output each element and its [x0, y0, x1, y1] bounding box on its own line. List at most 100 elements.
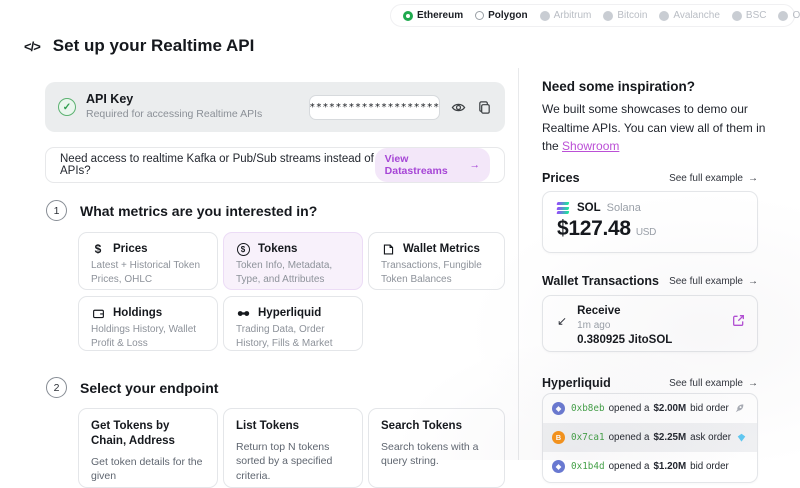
inspiration-title: Need some inspiration?	[542, 79, 695, 94]
chain-option-bsc[interactable]: BSC	[732, 10, 767, 21]
prices-section-header: Prices See full example →	[542, 171, 758, 185]
api-key-input[interactable]: ********************	[309, 95, 440, 120]
metric-description: Holdings History, Wallet Profit & Loss	[91, 323, 205, 351]
step-1-number: 1	[46, 200, 67, 221]
view-datastreams-button[interactable]: View Datastreams →	[375, 148, 490, 182]
metric-title: Hyperliquid	[258, 307, 321, 319]
hyperliquid-icon	[236, 306, 250, 320]
radio-disabled-icon	[659, 11, 669, 21]
wallet-icon	[91, 306, 105, 320]
metric-card-tokens[interactable]: $ Tokens Token Info, Metadata, Type, and…	[223, 232, 363, 290]
api-key-card: ✓ API Key Required for accessing Realtim…	[45, 82, 505, 132]
api-key-text: API Key Required for accessing Realtime …	[86, 92, 262, 121]
order-amount: $2.00M	[653, 403, 686, 414]
arrow-right-icon: →	[470, 159, 481, 171]
order-list-item: ◆ 0xb8eb opened a $2.00M bid order	[543, 394, 757, 423]
chain-selector-bar: Ethereum Polygon Arbitrum Bitcoin Avalan…	[390, 4, 795, 27]
coin-icon: $	[236, 242, 250, 256]
bitcoin-coin-icon: B	[552, 431, 565, 444]
chain-option-ethereum[interactable]: Ethereum	[403, 10, 463, 21]
chain-label: Avalanche	[673, 10, 720, 21]
prices-see-full-example-link[interactable]: See full example →	[669, 173, 758, 184]
dollar-icon: $	[91, 242, 105, 256]
prices-heading: Prices	[542, 171, 580, 185]
chain-label: Bitcoin	[617, 10, 647, 21]
wallet-transactions-section-header: Wallet Transactions See full example →	[542, 274, 758, 288]
arrow-right-icon: →	[748, 276, 758, 287]
chain-label: BSC	[746, 10, 767, 21]
chain-option-arbitrum[interactable]: Arbitrum	[540, 10, 592, 21]
wallet-address: 0xb8eb	[571, 403, 605, 414]
datastreams-text: Need access to realtime Kafka or Pub/Sub…	[60, 153, 375, 177]
hyperliquid-see-full-example-link[interactable]: See full example →	[669, 378, 758, 389]
metric-title: Prices	[113, 243, 148, 255]
page-header: </> Set up your Realtime API	[24, 36, 254, 56]
endpoint-card-get-tokens-by-chain-address[interactable]: Get Tokens by Chain, Address Get token d…	[78, 408, 218, 488]
ethereum-coin-icon: ◆	[552, 402, 565, 415]
order-amount: $1.20M	[653, 461, 686, 472]
metric-card-holdings[interactable]: Holdings Holdings History, Wallet Profit…	[78, 296, 218, 351]
wallet-address: 0x1b4d	[571, 461, 605, 472]
external-link-icon[interactable]	[732, 314, 745, 327]
chain-option-optimism[interactable]: Optimism	[778, 10, 800, 21]
sol-price-card: SOL Solana $127.48 USD	[542, 191, 758, 253]
order-list-item: B 0x7ca1 opened a $2.25M ask order	[543, 423, 757, 452]
radio-disabled-icon	[732, 11, 742, 21]
transactions-see-full-example-link[interactable]: See full example →	[669, 276, 758, 287]
metric-card-wallet-metrics[interactable]: Wallet Metrics Transactions, Fungible To…	[368, 232, 505, 290]
metric-title: Wallet Metrics	[403, 243, 480, 255]
chain-option-avalanche[interactable]: Avalanche	[659, 10, 720, 21]
api-key-subtitle: Required for accessing Realtime APIs	[86, 108, 262, 122]
arrow-right-icon: →	[748, 173, 758, 184]
endpoint-card-list-tokens[interactable]: List Tokens Return top N tokens sorted b…	[223, 408, 363, 488]
radio-disabled-icon	[778, 11, 788, 21]
transaction-card: ↙ Receive 1m ago 0.380925 JitoSOL	[542, 295, 758, 352]
transaction-amount: 0.380925 JitoSOL	[577, 332, 672, 349]
api-key-title: API Key	[86, 92, 262, 108]
metric-card-prices[interactable]: $ Prices Latest + Historical Token Price…	[78, 232, 218, 290]
token-price: $127.48	[557, 217, 631, 241]
chain-label: Polygon	[488, 10, 527, 21]
eye-icon[interactable]	[451, 100, 466, 115]
metric-title: Tokens	[258, 243, 297, 255]
chain-label: Arbitrum	[554, 10, 592, 21]
solana-logo-icon	[557, 202, 569, 214]
token-name: Solana	[607, 202, 641, 214]
inspiration-text: We built some showcases to demo our Real…	[542, 100, 766, 156]
step-1-header: 1 What metrics are you interested in?	[46, 200, 317, 221]
chain-option-polygon[interactable]: Polygon	[475, 10, 527, 21]
endpoint-description: Search tokens with a query string.	[381, 440, 492, 469]
endpoint-description: Get token details for the given	[91, 455, 205, 484]
endpoint-title: List Tokens	[236, 419, 350, 434]
datastreams-banner: Need access to realtime Kafka or Pub/Sub…	[45, 147, 505, 183]
chain-label: Ethereum	[417, 10, 463, 21]
step-2-header: 2 Select your endpoint	[46, 377, 218, 398]
chain-option-bitcoin[interactable]: Bitcoin	[603, 10, 647, 21]
showroom-link[interactable]: Showroom	[562, 139, 619, 153]
code-icon: </>	[24, 39, 40, 54]
transaction-time: 1m ago	[577, 319, 672, 332]
radio-unselected-icon	[475, 11, 484, 20]
check-circle-icon: ✓	[58, 98, 76, 116]
endpoint-card-search-tokens[interactable]: Search Tokens Search tokens with a query…	[368, 408, 505, 488]
wallet-address: 0x7ca1	[571, 432, 605, 443]
step-1-title: What metrics are you interested in?	[80, 203, 317, 219]
transaction-type: Receive	[577, 304, 672, 319]
ethereum-coin-icon: ◆	[552, 460, 565, 473]
copy-icon[interactable]	[477, 100, 492, 115]
view-datastreams-label: View Datastreams	[385, 153, 465, 177]
metric-title: Holdings	[113, 307, 162, 319]
metric-description: Latest + Historical Token Prices, OHLC	[91, 259, 205, 287]
endpoint-title: Get Tokens by Chain, Address	[91, 419, 205, 449]
transaction-details: Receive 1m ago 0.380925 JitoSOL	[577, 304, 672, 349]
metric-description: Trading Data, Order History, Fills & Mar…	[236, 323, 350, 351]
diamond-icon	[736, 432, 747, 443]
order-amount: $2.25M	[653, 432, 686, 443]
hyperliquid-section-header: Hyperliquid See full example →	[542, 376, 758, 390]
document-icon	[381, 242, 395, 256]
rocket-icon	[734, 403, 745, 414]
radio-selected-icon	[403, 11, 413, 21]
metric-card-hyperliquid[interactable]: Hyperliquid Trading Data, Order History,…	[223, 296, 363, 351]
hyperliquid-heading: Hyperliquid	[542, 376, 611, 390]
currency-label: USD	[636, 227, 656, 238]
